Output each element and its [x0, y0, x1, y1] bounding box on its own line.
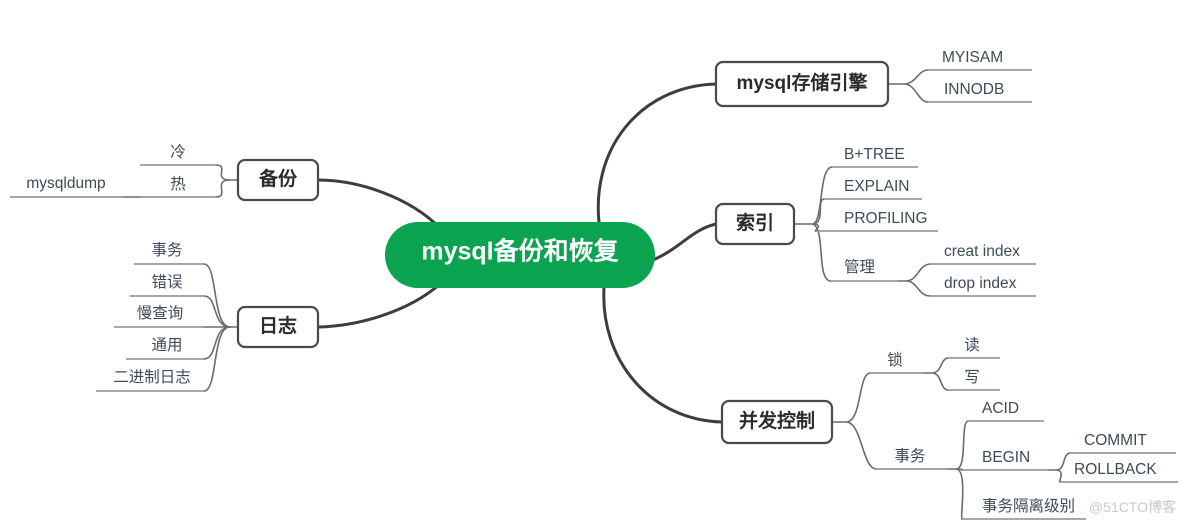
leaf-concurrency-1-child-1-child-0-label[interactable]: COMMIT [1084, 432, 1147, 449]
leaf-engine-0-label[interactable]: MYISAM [942, 49, 1003, 66]
leaf-index-0-label[interactable]: B+TREE [844, 146, 905, 163]
leaf-concurrency-1-child-0-label[interactable]: ACID [982, 400, 1019, 417]
leaf-concurrency-1-child-1-label[interactable]: BEGIN [982, 449, 1030, 466]
connector-root-to-engine [596, 82, 718, 232]
leaf-concurrency-1-child-1-child-1-label[interactable]: ROLLBACK [1074, 461, 1157, 478]
connector-engine-fork [887, 69, 929, 103]
watermark-label: @51CTO博客 [1089, 499, 1176, 515]
leaf-log-0-label[interactable]: 事务 [151, 241, 182, 259]
leaf-backup-0-label[interactable]: 冷 [170, 143, 186, 161]
connector-root-to-log [316, 282, 442, 329]
connector-backup-to-leaf-1 [215, 179, 231, 198]
branch-node-engine-label: mysql存储引擎 [737, 71, 868, 94]
leaf-index-1-label[interactable]: EXPLAIN [844, 178, 909, 195]
leaf-log-3-label[interactable]: 通用 [151, 336, 182, 354]
branch-node-index-label: 索引 [736, 211, 774, 234]
leaf-index-3-label[interactable]: 管理 [844, 258, 875, 276]
branch-node-backup-label: 备份 [258, 167, 298, 190]
leaf-backup-1-label[interactable]: 热 [170, 175, 186, 193]
root-node-label: mysql备份和恢复 [421, 237, 619, 266]
connector-root-to-concurrency [602, 286, 724, 424]
leaf-index-2-label[interactable]: PROFILING [844, 210, 928, 227]
root-node[interactable]: mysql备份和恢复 [385, 222, 655, 288]
leaf-backup-1-child-0-label[interactable]: mysqldump [26, 175, 105, 192]
branch-node-log-label: 日志 [259, 314, 297, 337]
connector-lock-fork [923, 357, 949, 391]
mindmap-canvas: 冷热mysqldump事务错误慢查询通用二进制日志MYISAMINNODBB+T… [10, 49, 1178, 520]
leaf-log-1-label[interactable]: 错误 [151, 273, 182, 291]
connector-backup-to-leaf-0 [215, 164, 231, 181]
leaf-concurrency-0-child-1-label[interactable]: 写 [964, 369, 980, 386]
leaf-concurrency-0-child-0-label[interactable]: 读 [964, 336, 980, 354]
leaf-log-2-label[interactable]: 慢查询 [137, 304, 184, 322]
leaf-index-3-child-0-label[interactable]: creat index [944, 243, 1020, 260]
connector-index-fork [793, 166, 833, 282]
leaf-engine-1-label[interactable]: INNODB [944, 81, 1004, 98]
leaf-index-3-child-1-label[interactable]: drop index [944, 275, 1017, 292]
connector-index-management-fork [897, 263, 931, 297]
leaf-concurrency-1-child-2-label[interactable]: 事务隔离级别 [982, 497, 1075, 515]
branch-node-concurrency-label: 并发控制 [739, 409, 815, 432]
connector-root-to-backup [316, 178, 442, 230]
connector-root-to-index [646, 222, 718, 264]
leaf-concurrency-0-label[interactable]: 锁 [887, 351, 903, 369]
connector-concurrency-fork [831, 372, 877, 470]
connector-begin-fork [1047, 452, 1071, 483]
leaf-log-4-label[interactable]: 二进制日志 [113, 368, 191, 386]
leaf-concurrency-1-label[interactable]: 事务 [894, 447, 925, 465]
